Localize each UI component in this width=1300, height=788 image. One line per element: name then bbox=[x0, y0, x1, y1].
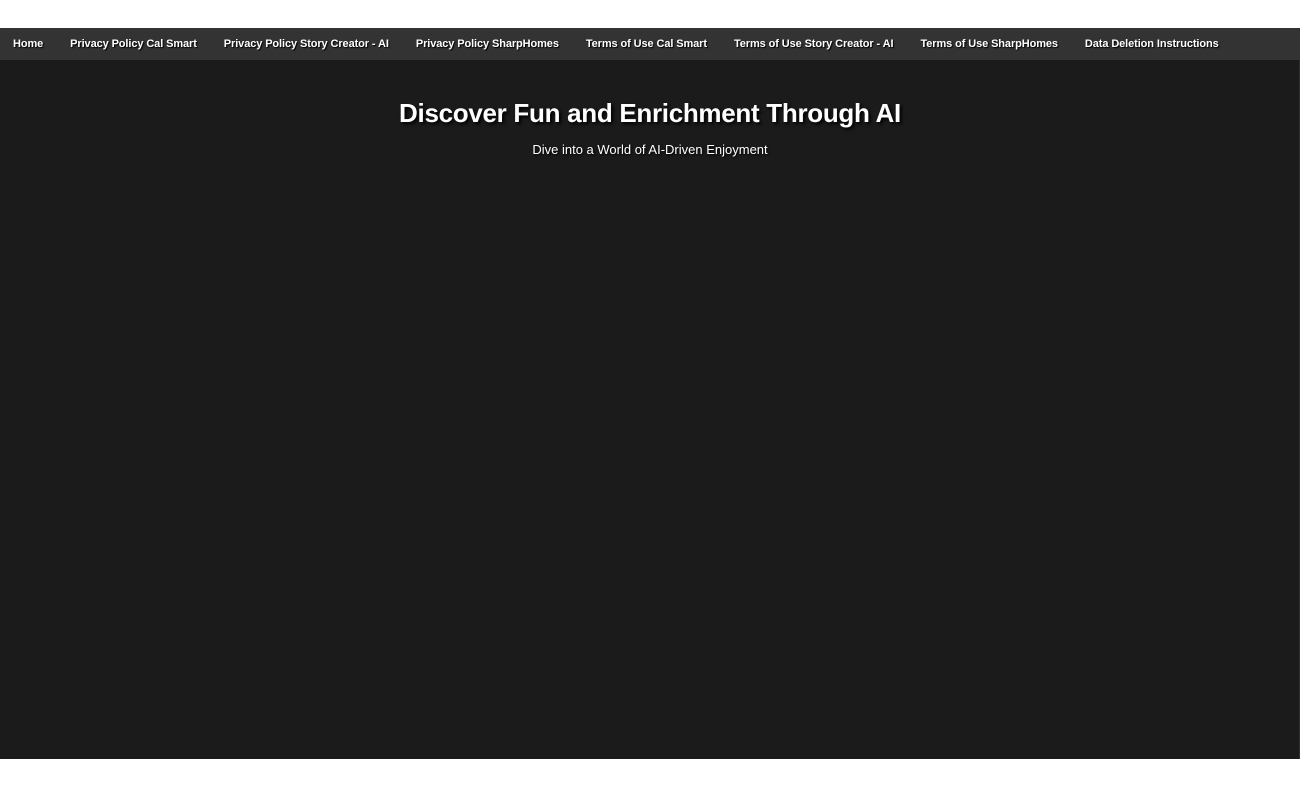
nav-link-terms-story-creator[interactable]: Terms of Use Story Creator - AI bbox=[734, 38, 894, 50]
nav-link-terms-sharphomes[interactable]: Terms of Use SharpHomes bbox=[920, 38, 1058, 50]
hero-title: Discover Fun and Enrichment Through AI bbox=[399, 98, 901, 128]
nav-link-privacy-policy-sharphomes[interactable]: Privacy Policy SharpHomes bbox=[416, 38, 559, 50]
nav-link-home[interactable]: Home bbox=[13, 38, 43, 50]
nav-link-privacy-policy-cal-smart[interactable]: Privacy Policy Cal Smart bbox=[70, 38, 197, 50]
nav-link-privacy-policy-story-creator[interactable]: Privacy Policy Story Creator - AI bbox=[224, 38, 389, 50]
hero-section: Discover Fun and Enrichment Through AI D… bbox=[0, 60, 1300, 157]
nav-link-terms-cal-smart[interactable]: Terms of Use Cal Smart bbox=[586, 38, 707, 50]
page-viewport: Home Privacy Policy Cal Smart Privacy Po… bbox=[0, 28, 1300, 759]
top-navigation-bar: Home Privacy Policy Cal Smart Privacy Po… bbox=[0, 28, 1300, 60]
nav-link-data-deletion[interactable]: Data Deletion Instructions bbox=[1085, 38, 1219, 50]
hero-subtitle: Dive into a World of AI-Driven Enjoyment bbox=[532, 142, 768, 157]
